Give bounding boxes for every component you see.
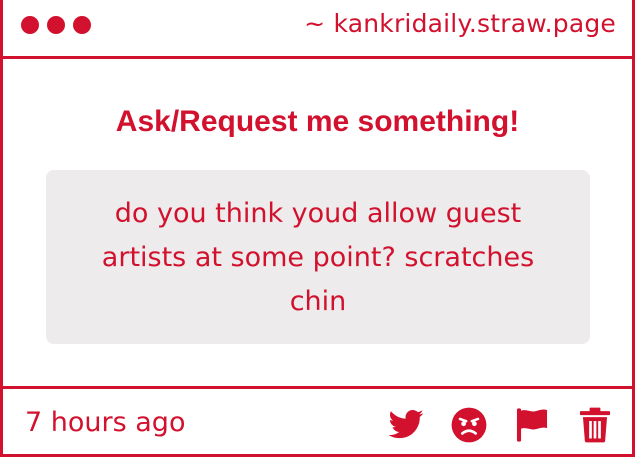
flag-icon[interactable] (513, 406, 551, 444)
window-titlebar: ~ kankridaily.straw.page (3, 0, 632, 59)
page-title: Ask/Request me something! (115, 105, 520, 138)
ask-card: ~ kankridaily.straw.page Ask/Request me … (0, 0, 635, 457)
twitter-icon[interactable] (387, 406, 425, 444)
question-text: do you think youd allow guest artists at… (101, 198, 535, 317)
footer-bar: 7 hours ago (3, 386, 632, 457)
site-domain[interactable]: ~ kankridaily.straw.page (304, 9, 616, 38)
question-box: do you think youd allow guest artists at… (46, 170, 590, 344)
angry-face-icon[interactable] (450, 406, 488, 444)
timestamp: 7 hours ago (25, 407, 186, 438)
action-icons (387, 406, 614, 444)
window-dot[interactable] (21, 16, 39, 34)
window-controls (21, 16, 91, 34)
trash-icon[interactable] (576, 406, 614, 444)
window-dot[interactable] (47, 16, 65, 34)
window-dot[interactable] (73, 16, 91, 34)
